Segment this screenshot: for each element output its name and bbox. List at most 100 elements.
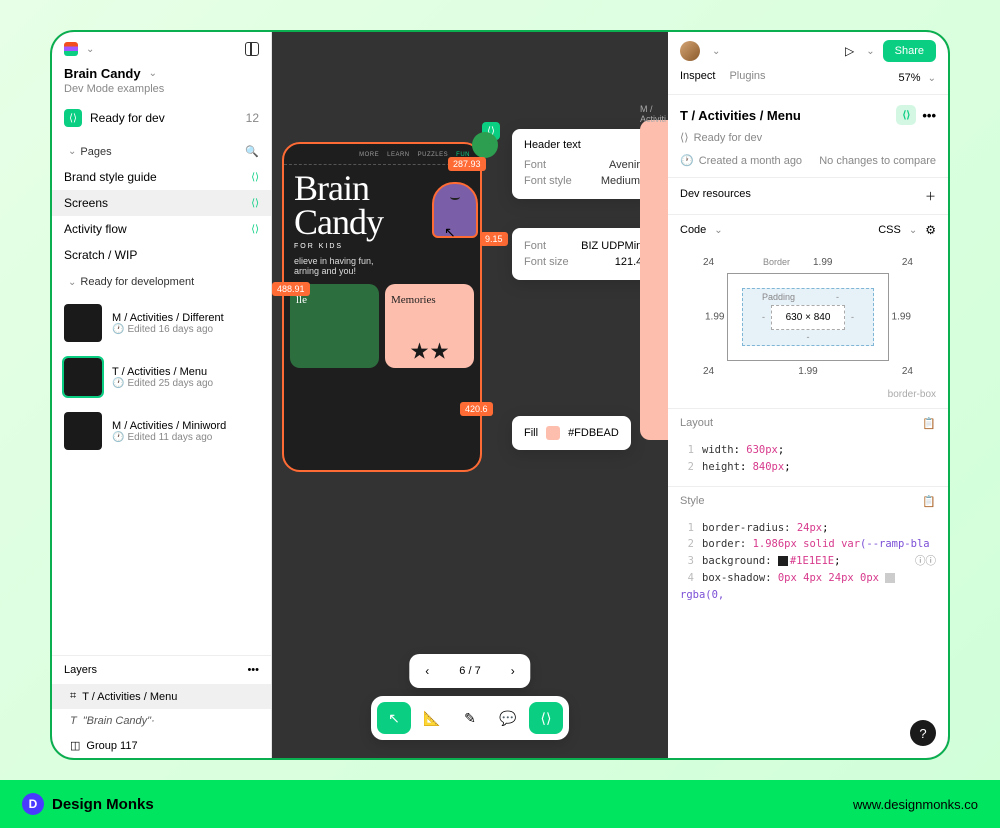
thumbnail — [64, 358, 102, 396]
code-icon: ⟨⟩ — [680, 131, 689, 144]
layer-item[interactable]: ⌗T / Activities / Menu — [52, 684, 271, 709]
comment-tool[interactable]: 💬 — [491, 702, 525, 734]
pager-prev-button[interactable]: ‹ — [409, 654, 445, 688]
popup-header-text: Header text FontAvenir Font styleMedium — [512, 129, 652, 199]
measurement: 9.15 — [480, 232, 508, 246]
more-icon[interactable]: ••• — [922, 108, 936, 123]
figma-logo-icon — [64, 42, 78, 56]
zoom-level[interactable]: 57% ⌄ — [899, 72, 936, 84]
rfd-item[interactable]: M / Activities / Miniword 🕐Edited 11 day… — [52, 404, 271, 458]
status-label: Ready for dev — [90, 111, 165, 125]
dev-resources-heading: Dev resources ＋ — [668, 178, 948, 215]
color-swatch — [778, 556, 788, 566]
selection-title: T / Activities / Menu — [680, 108, 801, 123]
avatar[interactable] — [680, 41, 700, 61]
chevron-down-icon: ⌄ — [68, 277, 76, 288]
right-panel: ⌄ ▷ ⌄ Share Inspect Plugins 57% ⌄ T / Ac… — [668, 32, 948, 758]
tab-inspect[interactable]: Inspect — [680, 70, 715, 86]
layers-heading[interactable]: Layers ••• — [52, 655, 271, 684]
popup-fill: Fill #FDBEAD — [512, 416, 631, 450]
color-swatch — [885, 573, 895, 583]
page-item[interactable]: Activity flow⟨⟩ — [52, 216, 271, 242]
search-icon[interactable]: 🔍 — [245, 145, 259, 158]
footer: D Design Monks www.designmonks.co — [0, 780, 1000, 828]
no-changes: No changes to compare — [819, 154, 936, 167]
devmode-tool[interactable]: ⟨⟩ — [529, 702, 563, 734]
box-model: 24 24 24 24 1.99 1.99 1.99 Border 1.99 P… — [668, 245, 948, 389]
arch-shape[interactable] — [432, 182, 478, 238]
dev-tag-icon[interactable]: ⟨⟩ — [896, 105, 916, 125]
pager-next-button[interactable]: › — [495, 654, 531, 688]
star-icon — [411, 342, 429, 360]
css-dropdown[interactable]: CSS⌄ — [878, 224, 917, 236]
more-icon[interactable]: ••• — [247, 664, 259, 676]
color-swatch — [546, 426, 560, 440]
status-ready-row[interactable]: ⟨⟩ Ready for dev 12 — [52, 103, 271, 133]
tile-memories: Memories — [385, 284, 474, 368]
clock-icon: 🕐 — [680, 154, 694, 167]
help-button[interactable]: ? — [910, 720, 936, 746]
code-icon: ⟨⟩ — [251, 198, 259, 209]
left-panel: ⌄ Brain Candy ⌄ Dev Mode examples ⟨⟩ Rea… — [52, 32, 272, 758]
chevron-down-icon: ⌄ — [86, 44, 94, 55]
layout-code: Layout📋 1width: 630px; 2height: 840px; — [668, 408, 948, 486]
figma-menu[interactable]: ⌄ — [64, 42, 94, 56]
share-button[interactable]: Share — [883, 40, 936, 62]
info-icon[interactable]: ⓘ — [926, 553, 937, 570]
tab-plugins[interactable]: Plugins — [729, 70, 765, 86]
chevron-down-icon: ⌄ — [68, 146, 76, 157]
layer-item[interactable]: ◫Group 117 — [52, 733, 271, 758]
device-frame: ⌄ Brain Candy ⌄ Dev Mode examples ⟨⟩ Rea… — [50, 30, 950, 760]
clock-icon: 🕐 — [112, 432, 124, 443]
chevron-down-icon: ⌄ — [712, 46, 720, 57]
thumbnail — [64, 304, 102, 342]
layer-item[interactable]: T"Brain Candy"· — [52, 709, 271, 733]
page-item[interactable]: Scratch / WIP — [52, 242, 271, 268]
plus-icon[interactable]: ＋ — [925, 188, 936, 204]
project-subtitle: Dev Mode examples — [64, 83, 259, 95]
canvas[interactable]: ⟨⟩ MORELEARNPUZZLESFUN Brain Candy FOR K… — [272, 32, 668, 758]
frame-label: M / Activiti — [640, 104, 668, 124]
measurement: 287.93 — [448, 157, 486, 171]
thumbnail — [64, 412, 102, 450]
dev-badge-icon: ⟨⟩ — [64, 109, 82, 127]
sidebar-toggle-icon[interactable] — [245, 42, 259, 56]
clock-icon: 🕐 — [112, 324, 124, 335]
code-icon: ⟨⟩ — [251, 172, 259, 183]
brand-name: Design Monks — [52, 796, 154, 813]
tagline: elieve in having fun, arning and you! — [284, 254, 480, 284]
rfd-item[interactable]: T / Activities / Menu 🕐Edited 25 days ag… — [52, 350, 271, 404]
pager-label: 6 / 7 — [445, 665, 494, 677]
settings-icon[interactable]: ⚙ — [925, 223, 936, 237]
frame-icon: ⌗ — [70, 690, 76, 703]
brand-logo-icon: D — [22, 793, 44, 815]
chevron-down-icon: ⌄ — [149, 68, 157, 79]
group-icon: ◫ — [70, 739, 80, 752]
measurement: 488.91 — [272, 282, 310, 296]
tile: lle — [290, 284, 379, 368]
rfd-heading[interactable]: ⌄ Ready for development — [52, 268, 271, 296]
clover-icon — [472, 132, 498, 158]
copy-icon[interactable]: 📋 — [922, 417, 936, 430]
star-icon — [431, 342, 449, 360]
page-item[interactable]: Screens⟨⟩ — [52, 190, 271, 216]
app: ⌄ Brain Candy ⌄ Dev Mode examples ⟨⟩ Rea… — [52, 32, 948, 758]
pages-heading[interactable]: ⌄ Pages 🔍 — [52, 139, 271, 164]
annotate-tool[interactable]: ✎ — [453, 702, 487, 734]
box-type: border-box — [668, 389, 948, 408]
play-icon[interactable]: ▷ — [845, 44, 854, 58]
code-icon: ⟨⟩ — [251, 224, 259, 235]
project-title[interactable]: Brain Candy — [64, 66, 141, 81]
page-item[interactable]: Brand style guide⟨⟩ — [52, 164, 271, 190]
pager: ‹ 6 / 7 › — [409, 654, 530, 688]
move-tool[interactable]: ↖ — [377, 702, 411, 734]
measure-tool[interactable]: 📐 — [415, 702, 449, 734]
text-icon: T — [70, 715, 77, 727]
rfd-item[interactable]: M / Activities / Different 🕐Edited 16 da… — [52, 296, 271, 350]
chevron-down-icon: ⌄ — [928, 73, 936, 84]
toolbar: ↖ 📐 ✎ 💬 ⟨⟩ — [371, 696, 569, 740]
copy-icon[interactable]: 📋 — [922, 495, 936, 508]
clock-icon: 🕐 — [112, 378, 124, 389]
info-icon[interactable]: ⓘ — [915, 553, 926, 570]
code-dropdown[interactable]: Code⌄ — [680, 224, 723, 236]
